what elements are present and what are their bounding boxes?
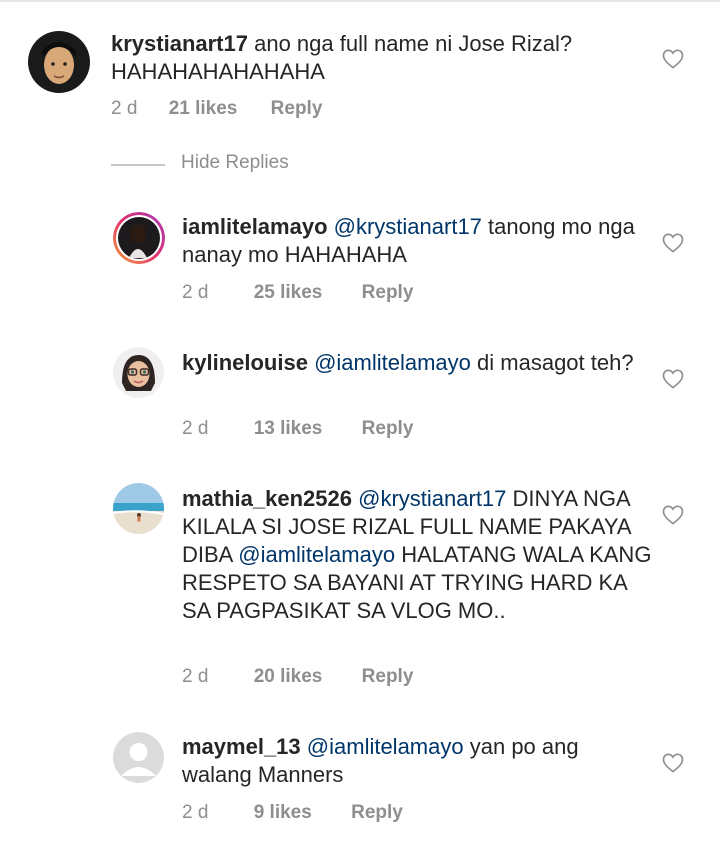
comment-text: di masagot teh? <box>477 350 634 375</box>
comment-mention[interactable]: @iamlitelamayo <box>307 734 464 759</box>
comment-mention[interactable]: @krystianart17 <box>358 486 506 511</box>
comment-time: 2 d <box>182 418 209 439</box>
like-heart-icon[interactable] <box>662 49 684 69</box>
like-heart-icon[interactable] <box>662 233 684 253</box>
comment-time: 2 d <box>182 802 209 823</box>
reply-button[interactable]: Reply <box>362 282 414 304</box>
hide-replies-line <box>111 164 165 166</box>
likes-count[interactable]: 20 likes <box>254 666 323 688</box>
hide-replies-label[interactable]: Hide Replies <box>181 152 289 174</box>
likes-count[interactable]: 13 likes <box>254 418 323 440</box>
comment-username[interactable]: krystianart17 <box>111 31 248 56</box>
reply-button[interactable]: Reply <box>362 418 414 440</box>
top-divider <box>0 0 720 2</box>
reply-button[interactable]: Reply <box>351 802 403 824</box>
comment-time: 2 d <box>182 666 209 687</box>
like-heart-icon[interactable] <box>662 753 684 773</box>
avatar[interactable] <box>113 347 164 398</box>
likes-count[interactable]: 25 likes <box>254 282 323 304</box>
avatar[interactable] <box>113 483 164 534</box>
comment-time: 2 d <box>111 98 138 119</box>
avatar[interactable] <box>113 212 165 264</box>
reply-button[interactable]: Reply <box>362 666 414 688</box>
reply-button[interactable]: Reply <box>271 98 323 120</box>
comment-username[interactable]: iamlitelamayo <box>182 214 328 239</box>
avatar[interactable] <box>28 31 90 93</box>
avatar[interactable] <box>113 732 164 783</box>
like-heart-icon[interactable] <box>662 505 684 525</box>
comment-time: 2 d <box>182 282 209 303</box>
likes-count[interactable]: 21 likes <box>169 98 238 120</box>
comment-mention[interactable]: @iamlitelamayo <box>314 350 471 375</box>
like-heart-icon[interactable] <box>662 369 684 389</box>
comment-mention[interactable]: @iamlitelamayo <box>238 542 395 567</box>
comment-username[interactable]: maymel_13 <box>182 734 301 759</box>
comment-username[interactable]: mathia_ken2526 <box>182 486 352 511</box>
comment-mention[interactable]: @krystianart17 <box>334 214 482 239</box>
likes-count[interactable]: 9 likes <box>254 802 312 824</box>
comment-username[interactable]: kylinelouise <box>182 350 308 375</box>
